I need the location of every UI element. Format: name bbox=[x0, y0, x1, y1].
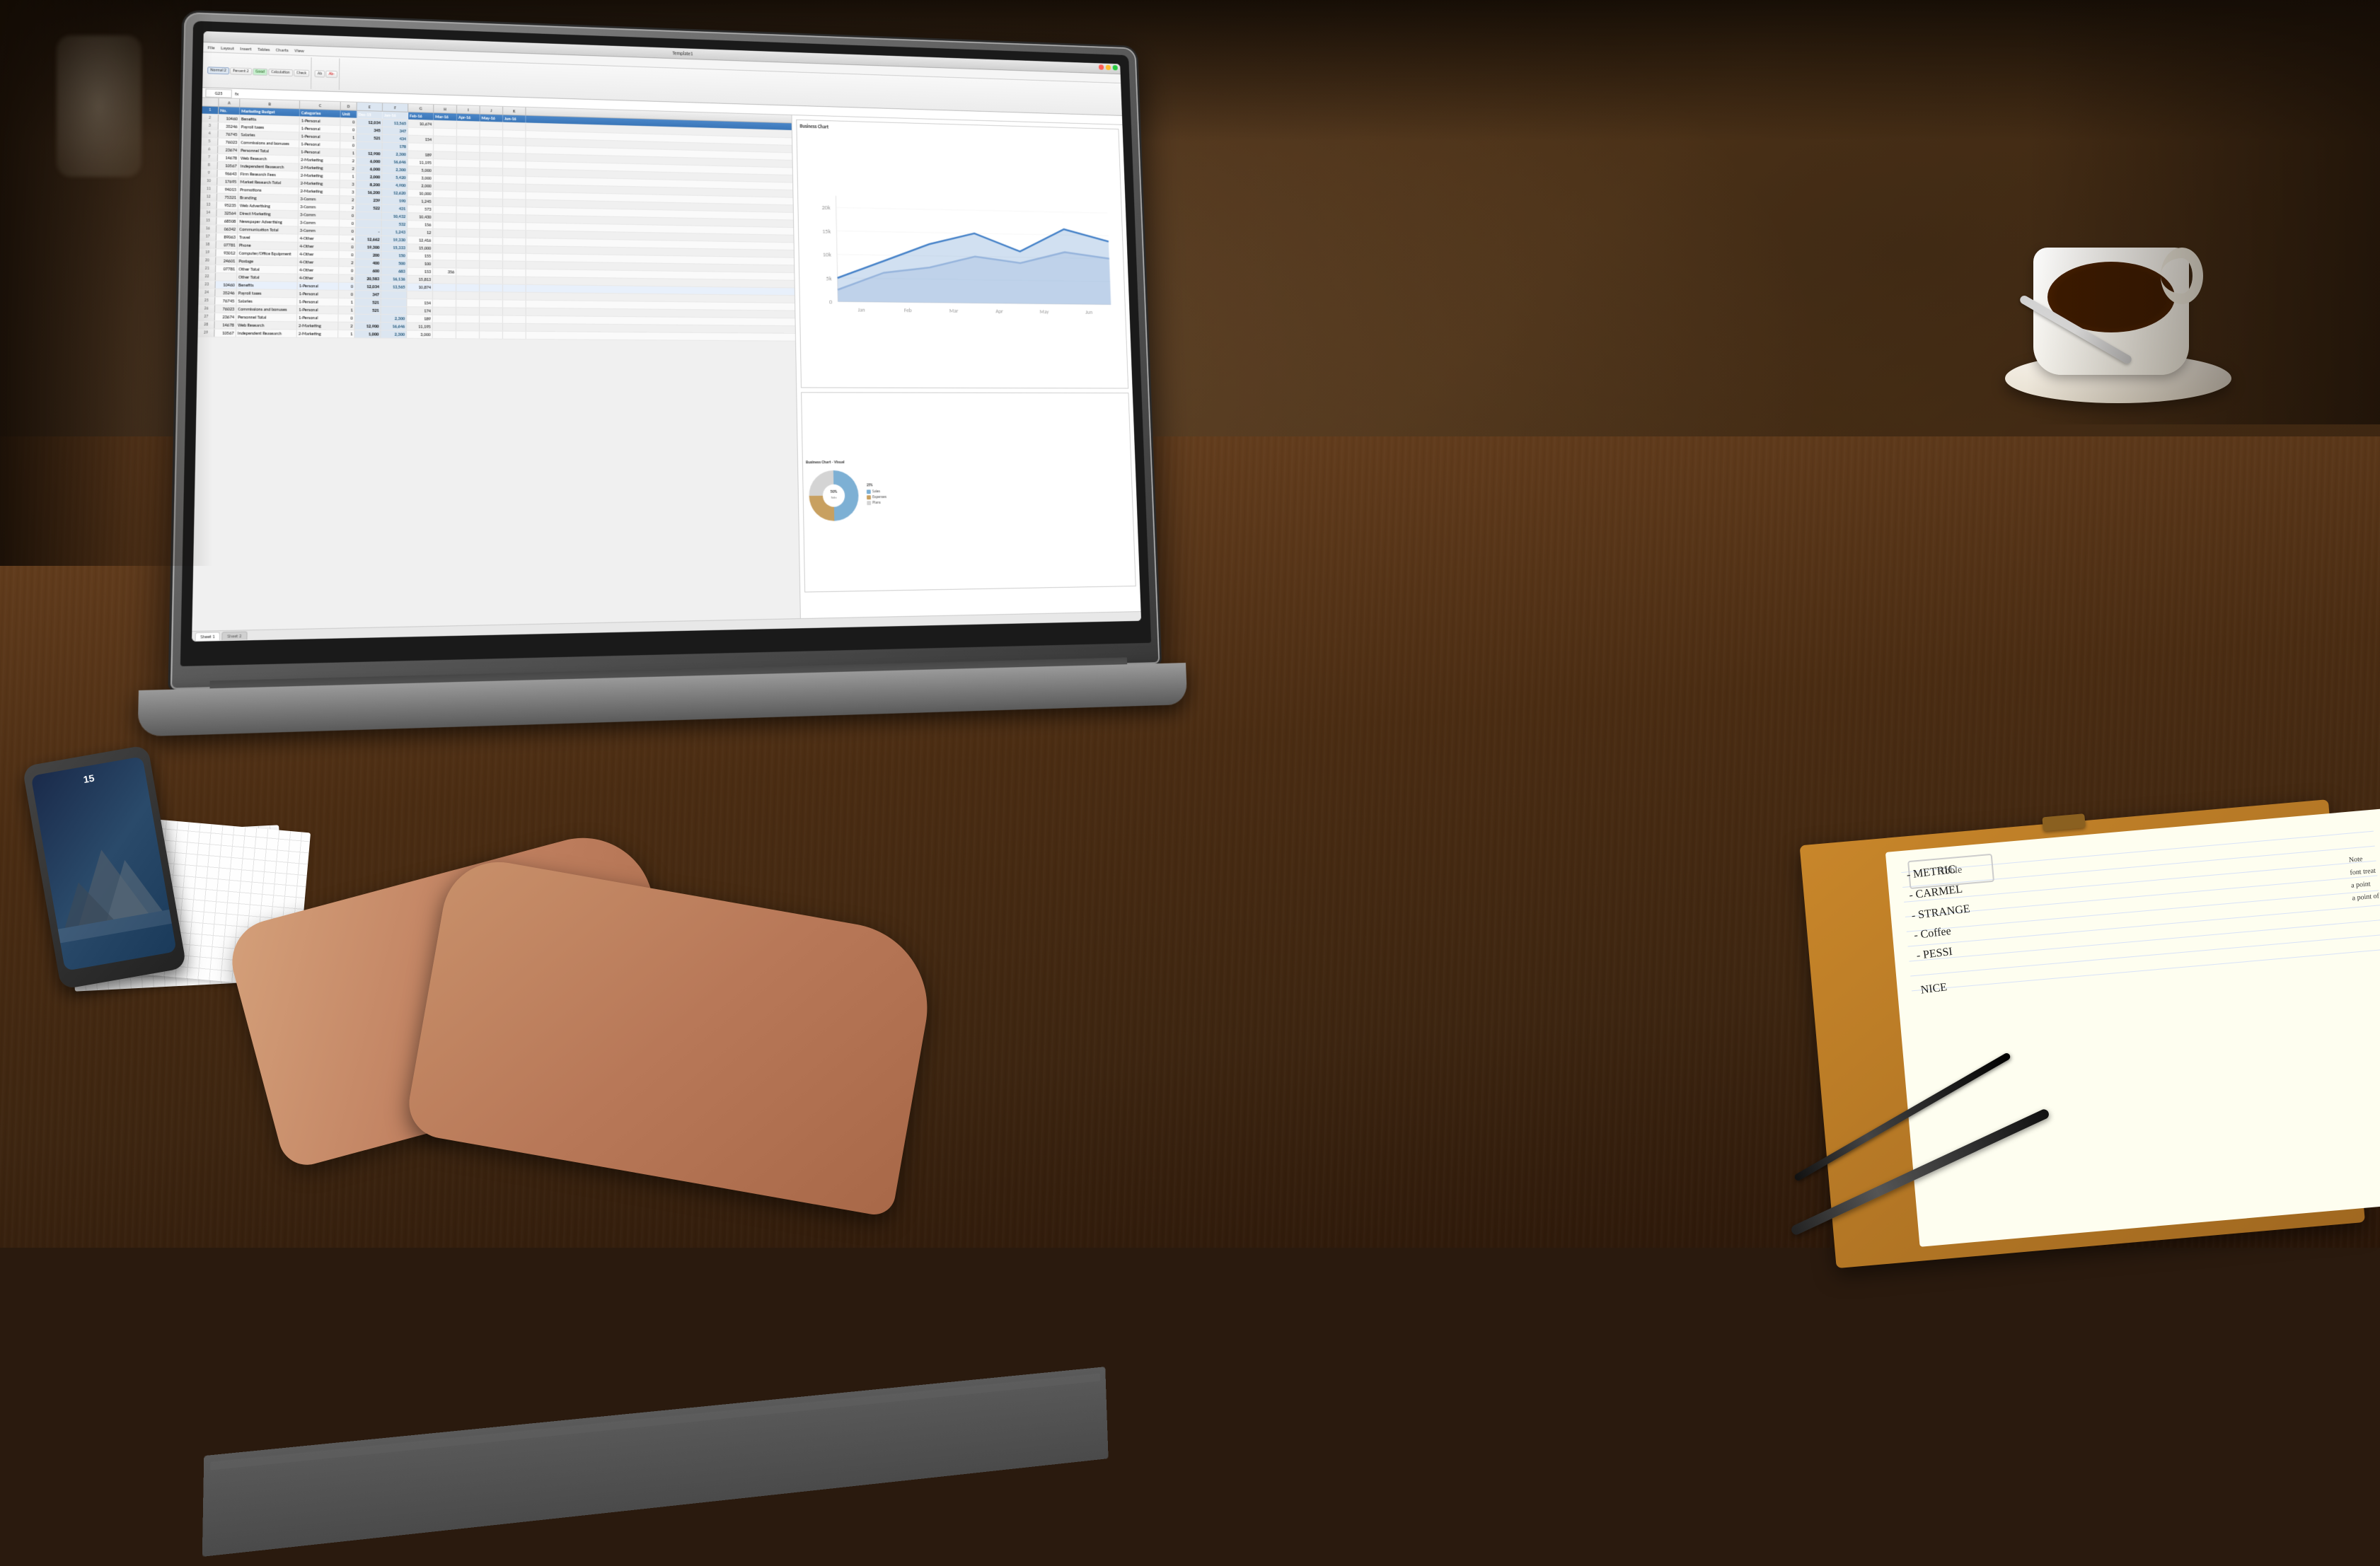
grid: A B C D E F G H I J bbox=[192, 98, 800, 631]
note-right-2: font treat bbox=[2350, 864, 2378, 879]
svg-text:15k: 15k bbox=[822, 228, 831, 236]
btn-ab[interactable]: Ab bbox=[315, 70, 325, 77]
screen-content[interactable]: Template1 File Layout Insert Tables bbox=[192, 31, 1141, 642]
cell-1e[interactable]: Dec-15 bbox=[357, 111, 383, 119]
cell-1f[interactable]: Jan-16 bbox=[383, 112, 408, 120]
clipboard-paper: Toble - METRIC - CARMEL - STRANGE - Coff… bbox=[1885, 808, 2380, 1247]
background-glass bbox=[57, 35, 141, 177]
excel-title: Template1 bbox=[672, 50, 693, 57]
svg-text:Jan: Jan bbox=[858, 307, 865, 313]
legend-item-sales: Sales bbox=[867, 490, 886, 494]
col-a-header[interactable]: A bbox=[219, 98, 240, 107]
pie-legend: 25% Sales Expenses bbox=[867, 484, 886, 507]
svg-text:May: May bbox=[1040, 309, 1049, 315]
line-chart: Business Chart bbox=[797, 120, 1128, 388]
col-e-header[interactable]: E bbox=[357, 103, 383, 111]
keyboard bbox=[202, 1367, 1109, 1557]
svg-text:20k: 20k bbox=[822, 205, 831, 212]
col-d-header[interactable]: D bbox=[341, 102, 357, 110]
svg-text:0: 0 bbox=[829, 299, 833, 306]
phone-mountain-svg bbox=[43, 826, 172, 944]
cell-1k[interactable]: Jun-16 bbox=[503, 115, 526, 123]
svg-text:5k: 5k bbox=[826, 275, 832, 282]
note-right-4: a point of bbox=[2352, 890, 2380, 905]
col-i-header[interactable]: I bbox=[457, 105, 480, 114]
legend-item-plans: Plans bbox=[867, 501, 887, 505]
style-good[interactable]: Good bbox=[253, 68, 268, 76]
svg-text:50%: 50% bbox=[831, 489, 838, 494]
legend-label-plans: Plans bbox=[872, 501, 880, 506]
screen-bezel: Template1 File Layout Insert Tables bbox=[180, 21, 1151, 666]
legend-color-expenses bbox=[867, 496, 871, 500]
svg-text:Apr: Apr bbox=[995, 308, 1003, 315]
legend-color-plans bbox=[867, 501, 872, 506]
btn-ab2[interactable]: Ab- bbox=[325, 70, 337, 77]
formula-fx: fx bbox=[235, 91, 239, 96]
close-btn[interactable] bbox=[1099, 64, 1104, 70]
col-j-header[interactable]: J bbox=[480, 106, 503, 115]
clipboard-area: Toble - METRIC - CARMEL - STRANGE - Coff… bbox=[1723, 726, 2380, 1275]
right-column-notes: Note font treat a point a point of bbox=[2348, 852, 2379, 905]
window-controls bbox=[1099, 64, 1118, 70]
minimize-btn[interactable] bbox=[1106, 65, 1111, 71]
spreadsheet[interactable]: A B C D E F G H I J bbox=[192, 98, 801, 631]
style-check[interactable]: Check bbox=[294, 69, 310, 77]
cell-1g[interactable]: Feb-16 bbox=[408, 112, 434, 120]
legend-label-expenses: Expenses bbox=[872, 496, 886, 500]
cell-1a[interactable]: No. bbox=[219, 107, 240, 115]
menu-insert[interactable]: Insert bbox=[240, 45, 251, 52]
style-calculation[interactable]: Calculation bbox=[268, 69, 293, 76]
ribbon-group-format: Ab Ab- bbox=[313, 57, 340, 90]
cell-1c[interactable]: Categories bbox=[300, 109, 341, 117]
cell-1d[interactable]: Unit bbox=[341, 110, 357, 118]
cell-1i[interactable]: Apr-16 bbox=[457, 114, 480, 122]
sheet-tab-2[interactable]: Sheet 2 bbox=[221, 632, 247, 641]
line-chart-svg: 0 5k 10k 15k 20k bbox=[800, 131, 1125, 380]
svg-text:Feb: Feb bbox=[904, 308, 912, 314]
menu-tables[interactable]: Tables bbox=[258, 46, 270, 52]
phone-time: 15 bbox=[32, 763, 145, 794]
ribbon-group-styles: Normal 2 Percent 2 Good Calculation Chec… bbox=[206, 54, 312, 89]
maximize-btn[interactable] bbox=[1113, 65, 1118, 71]
pie-chart-title: Business Chart - Visual bbox=[806, 458, 1128, 465]
chart-area: Business Chart bbox=[792, 115, 1141, 618]
col-g-header[interactable]: G bbox=[408, 104, 434, 112]
excel-main-area: A B C D E F G H I J bbox=[192, 98, 1140, 631]
laptop: Template1 File Layout Insert Tables bbox=[168, 12, 1211, 829]
menu-layout[interactable]: Layout bbox=[221, 45, 234, 51]
col-f-header[interactable]: F bbox=[383, 103, 408, 112]
svg-text:10k: 10k bbox=[823, 252, 831, 259]
legend-label-sales: Sales bbox=[872, 490, 880, 494]
legend-color-sales bbox=[867, 490, 871, 494]
menu-charts[interactable]: Charts bbox=[276, 47, 289, 53]
cell-1h[interactable]: Mar-16 bbox=[434, 113, 457, 121]
bg-blur-right bbox=[2026, 0, 2380, 424]
col-h-header[interactable]: H bbox=[434, 105, 457, 113]
svg-text:Jun: Jun bbox=[1086, 310, 1093, 316]
svg-text:Sales: Sales bbox=[831, 497, 837, 500]
cell-1j[interactable]: May-16 bbox=[480, 115, 504, 122]
legend-item-expenses: Expenses bbox=[867, 496, 886, 500]
pie-chart-container: Business Chart - Visual bbox=[801, 392, 1136, 593]
pie-chart-svg: 50% Sales bbox=[806, 468, 862, 524]
phone-screen: 15 bbox=[31, 756, 177, 971]
clipboard-board: Toble - METRIC - CARMEL - STRANGE - Coff… bbox=[1800, 799, 2365, 1268]
laptop-lid: Template1 File Layout Insert Tables bbox=[171, 12, 1160, 690]
col-k-header[interactable]: K bbox=[503, 107, 526, 115]
style-percent2[interactable]: Percent 2 bbox=[230, 67, 252, 75]
col-c-header[interactable]: C bbox=[300, 100, 341, 110]
phone-mountain bbox=[43, 826, 172, 944]
excel-app[interactable]: Template1 File Layout Insert Tables bbox=[192, 31, 1141, 642]
sheet-tab-1[interactable]: Sheet 1 bbox=[195, 632, 221, 641]
clipboard-clip bbox=[2042, 813, 2086, 831]
svg-text:Mar: Mar bbox=[949, 308, 959, 315]
menu-view[interactable]: View bbox=[294, 47, 304, 53]
